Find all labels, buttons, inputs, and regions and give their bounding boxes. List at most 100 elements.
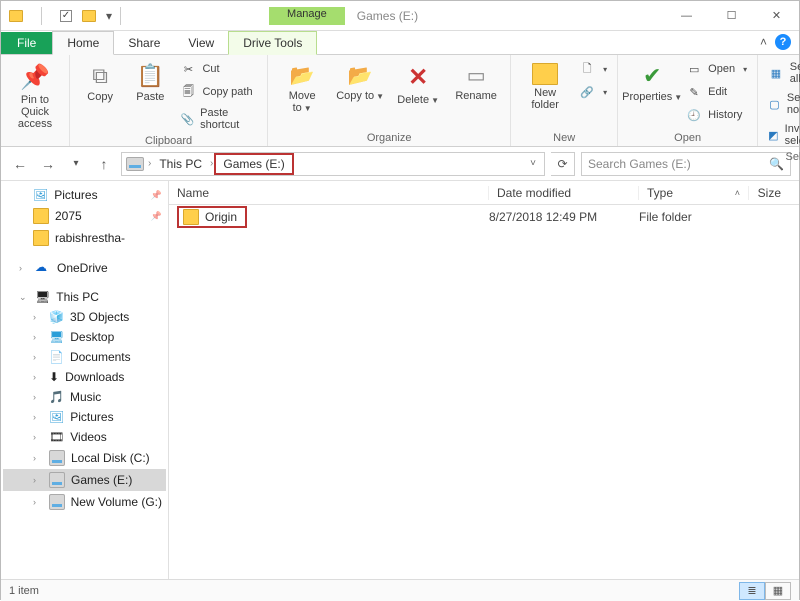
breadcrumb-this-pc[interactable]: This PC (155, 157, 206, 171)
edit-button[interactable]: ✎Edit (684, 82, 749, 102)
group-open-label: Open (674, 130, 701, 146)
qat-newfolder-icon[interactable] (82, 10, 96, 22)
minimize-button[interactable]: — (664, 1, 709, 31)
sidebar-item-label: Videos (70, 430, 106, 444)
sidebar-item-onedrive[interactable]: ›☁OneDrive (3, 257, 166, 279)
contextual-tab-manage[interactable]: Manage (269, 7, 345, 25)
cut-label: Cut (202, 63, 219, 75)
expand-icon[interactable]: › (19, 263, 29, 273)
new-folder-button[interactable]: New folder (519, 59, 571, 115)
history-icon: 🕘 (686, 107, 702, 123)
tab-drive-tools[interactable]: Drive Tools (228, 31, 317, 55)
rename-label: Rename (455, 90, 497, 102)
collapse-ribbon-icon[interactable]: ˄ (760, 35, 767, 49)
chevron-down-icon: ▼ (431, 96, 439, 105)
sidebar-item-music[interactable]: ›🎵Music (3, 387, 166, 407)
history-button[interactable]: 🕘History (684, 105, 749, 125)
recent-locations-button[interactable]: ▾ (65, 153, 87, 175)
chevron-down-icon: ▼ (304, 104, 312, 113)
file-name-highlighted[interactable]: Origin (179, 208, 245, 226)
collapse-icon[interactable]: ⌄ (19, 292, 29, 303)
icons-view-button[interactable]: ▦ (765, 582, 791, 600)
documents-icon: 📄 (49, 350, 64, 364)
content-pane: Name Date modified Type˄ Size Origin 8/2… (169, 181, 799, 579)
sidebar-item-desktop[interactable]: ›🖥Desktop (3, 327, 166, 347)
qat-customize-icon[interactable]: ▾ (106, 9, 112, 23)
sidebar-item-documents[interactable]: ›📄Documents (3, 347, 166, 367)
easy-access-button[interactable]: 🔗▾ (577, 82, 609, 102)
group-organize-label: Organize (367, 130, 412, 146)
title-bar: ✓ ▾ Manage Games (E:) — ☐ ✕ (1, 1, 799, 31)
delete-button[interactable]: ✕ Delete▼ (392, 59, 444, 110)
select-none-button[interactable]: ▢Select none (766, 90, 800, 118)
tab-file[interactable]: File (1, 32, 52, 54)
chevron-down-icon: ▾ (743, 65, 747, 74)
qat-properties-icon[interactable]: ✓ (60, 10, 72, 22)
move-to-button[interactable]: 📂 Move to▼ (276, 59, 328, 118)
properties-button[interactable]: ✔ Properties▼ (626, 59, 678, 107)
refresh-button[interactable]: ⟳ (551, 152, 575, 176)
file-row[interactable]: Origin 8/27/2018 12:49 PM File folder (169, 205, 799, 229)
sidebar-item-games-e[interactable]: ›Games (E:) (3, 469, 166, 491)
crumb-sep-icon[interactable]: › (148, 158, 151, 169)
group-select-label: Select (786, 149, 800, 165)
group-clipboard-label: Clipboard (145, 133, 192, 149)
select-all-button[interactable]: ▦Select all (766, 59, 800, 87)
tab-view[interactable]: View (174, 32, 228, 54)
navigation-pane[interactable]: 🖼Pictures 2075 rabishrestha- ›☁OneDrive … (1, 181, 169, 579)
sidebar-item-label: Pictures (70, 410, 113, 424)
sidebar-item-rabishrestha[interactable]: rabishrestha- (3, 227, 166, 249)
sidebar-item-label: Documents (70, 350, 131, 364)
sidebar-item-label: Games (E:) (71, 473, 132, 487)
pin-icon: 📌 (20, 63, 50, 92)
up-button[interactable]: ↑ (93, 153, 115, 175)
help-icon[interactable]: ? (775, 34, 791, 50)
sidebar-item-local-c[interactable]: ›Local Disk (C:) (3, 447, 166, 469)
breadcrumb-root-label: This PC (159, 157, 202, 171)
crumb-sep-icon[interactable]: › (210, 158, 213, 169)
details-view-button[interactable]: ≣ (739, 582, 765, 600)
search-box[interactable]: Search Games (E:) 🔍 (581, 152, 791, 176)
column-name[interactable]: Name (169, 186, 489, 200)
sidebar-item-downloads[interactable]: ›⬇Downloads (3, 367, 166, 387)
copy-path-button[interactable]: 🗐Copy path (178, 82, 259, 102)
invert-selection-button[interactable]: ◩Invert selection (766, 121, 800, 149)
sidebar-item-pictures2[interactable]: ›🖼Pictures (3, 407, 166, 427)
paste-shortcut-button[interactable]: 📎Paste shortcut (178, 105, 259, 133)
new-item-button[interactable]: 🗋▾ (577, 59, 609, 79)
main-split: 🖼Pictures 2075 rabishrestha- ›☁OneDrive … (1, 181, 799, 579)
back-button[interactable]: ← (9, 153, 31, 175)
sidebar-item-new-volume-g[interactable]: ›New Volume (G:) (3, 491, 166, 513)
edit-icon: ✎ (686, 84, 702, 100)
chevron-down-icon: ▾ (603, 88, 607, 97)
forward-button[interactable]: → (37, 153, 59, 175)
copy-to-button[interactable]: 📂 Copy to▼ (334, 59, 386, 106)
sidebar-item-videos[interactable]: ›🎞Videos (3, 427, 166, 447)
sidebar-item-label: Local Disk (C:) (71, 451, 150, 465)
sidebar-item-pictures[interactable]: 🖼Pictures (3, 185, 166, 205)
address-bar[interactable]: › This PC › Games (E:) ˅ (121, 152, 545, 176)
close-button[interactable]: ✕ (754, 1, 799, 31)
search-icon: 🔍 (769, 157, 784, 171)
column-date[interactable]: Date modified (489, 186, 639, 200)
sidebar-item-2075[interactable]: 2075 (3, 205, 166, 227)
column-type[interactable]: Type˄ (639, 186, 749, 200)
status-count: 1 item (9, 585, 39, 597)
pin-to-quick-access-button[interactable]: 📌 Pin to Quick access (9, 59, 61, 134)
rename-button[interactable]: ▭ Rename (450, 59, 502, 106)
column-headers: Name Date modified Type˄ Size (169, 181, 799, 205)
sidebar-item-this-pc[interactable]: ⌄🖥This PC (3, 287, 166, 307)
breadcrumb-current[interactable]: Games (E:) (217, 156, 290, 172)
copy-label: Copy (87, 91, 113, 103)
address-dropdown-icon[interactable]: ˅ (526, 158, 540, 169)
column-size[interactable]: Size (749, 186, 799, 200)
tab-home[interactable]: Home (52, 31, 114, 55)
cut-button[interactable]: ✂Cut (178, 59, 259, 79)
sidebar-item-3d-objects[interactable]: ›🧊3D Objects (3, 307, 166, 327)
copy-button[interactable]: ⧉ Copy (78, 59, 122, 107)
pc-icon: 🖥 (35, 290, 50, 304)
maximize-button[interactable]: ☐ (709, 1, 754, 31)
open-button[interactable]: ▭Open▾ (684, 59, 749, 79)
paste-button[interactable]: 📋 Paste (128, 59, 172, 107)
tab-share[interactable]: Share (114, 32, 174, 54)
